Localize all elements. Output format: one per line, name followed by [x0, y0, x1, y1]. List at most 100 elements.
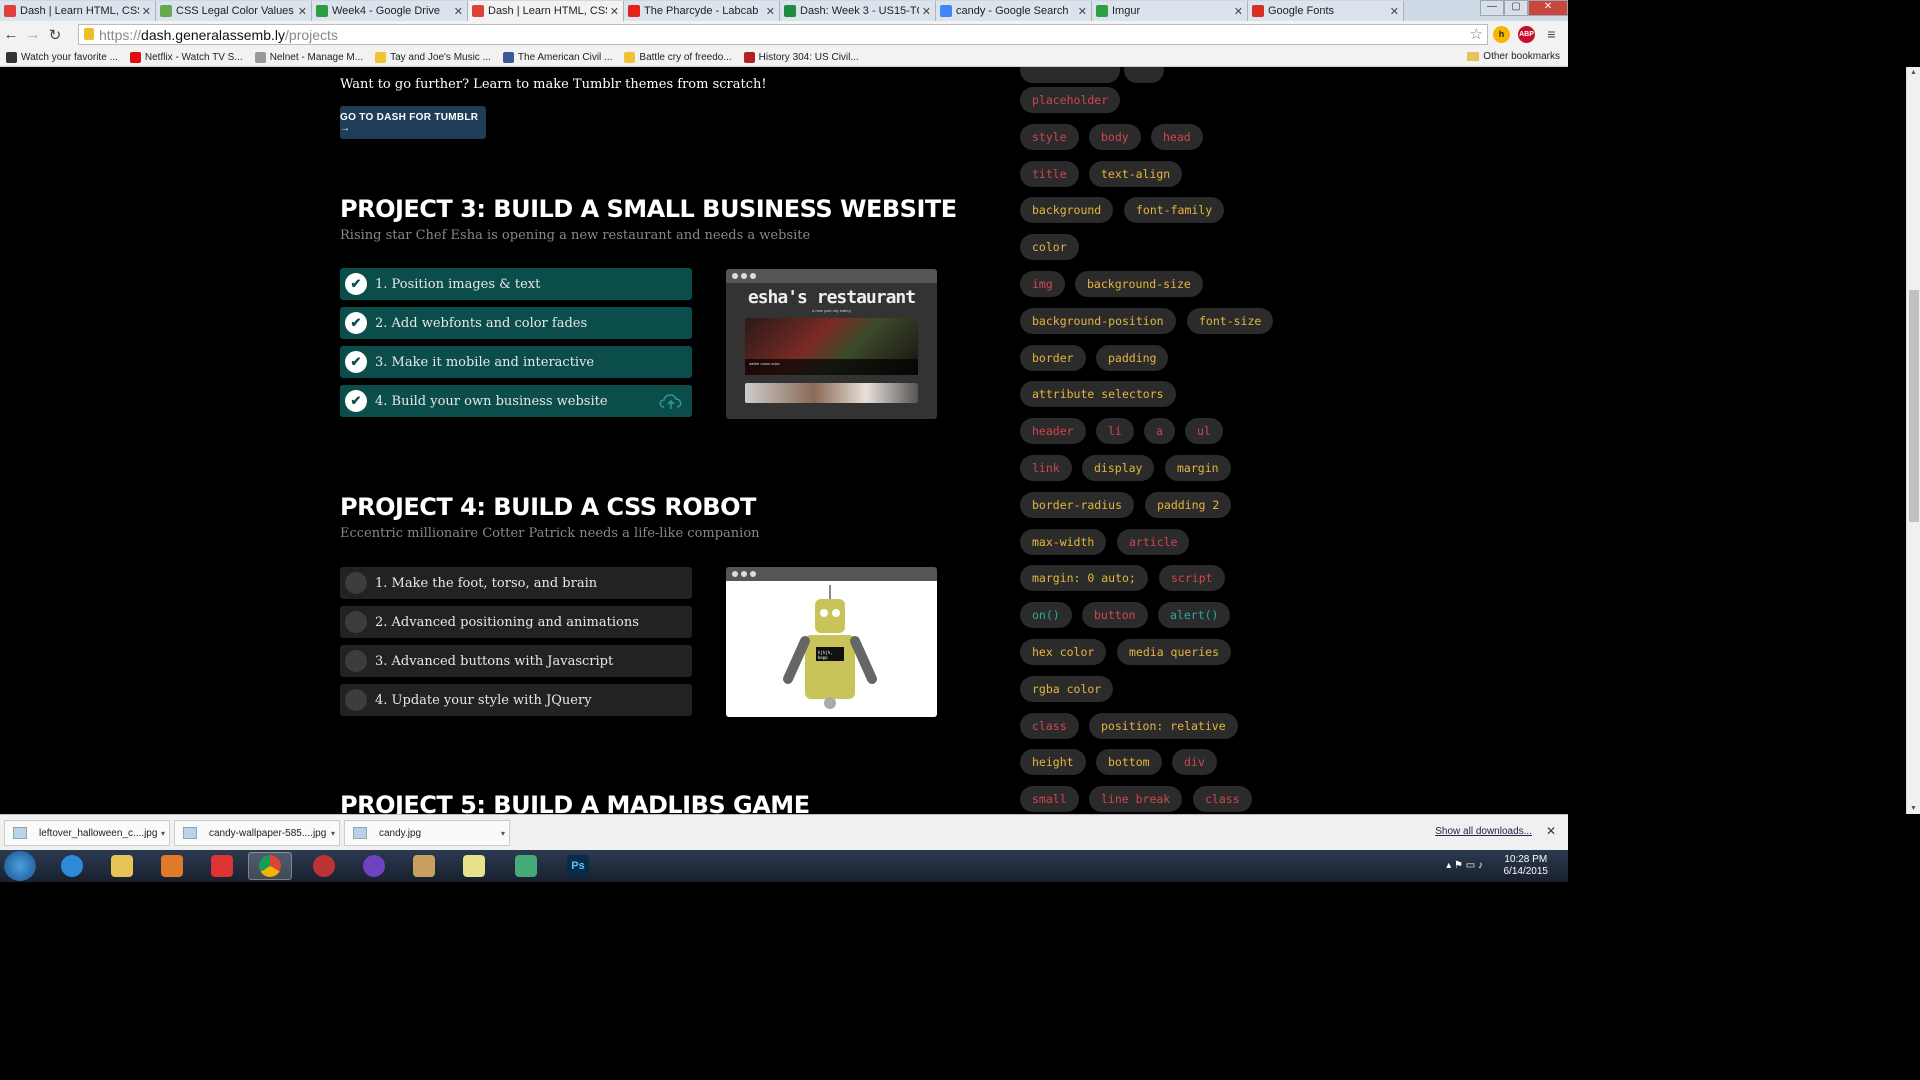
skill-tag[interactable]: a	[1144, 418, 1175, 445]
skill-tag[interactable]: div	[1172, 749, 1217, 776]
browser-tab[interactable]: candy - Google Search ✕	[936, 1, 1092, 21]
project4-step-4[interactable]: 4. Update your style with JQuery	[340, 684, 692, 716]
skill-tag[interactable]: style	[1020, 123, 1079, 150]
project3-preview[interactable]: esha's restaurant a new york city eatery…	[726, 269, 937, 419]
paint-icon[interactable]	[402, 852, 446, 880]
browser-tab[interactable]: Dash | Learn HTML, CSS, J✕	[468, 1, 624, 21]
browser-tab[interactable]: Dash | Learn HTML, CSS, J✕	[0, 1, 156, 21]
honey-extension-icon[interactable]: h	[1493, 26, 1510, 43]
photoshop-icon[interactable]: Ps	[556, 852, 600, 880]
apps-icon[interactable]	[200, 852, 244, 880]
skill-tag[interactable]: img	[1020, 271, 1065, 297]
maximize-button[interactable]: ▢	[1504, 0, 1528, 16]
skill-tag[interactable]: padding 2	[1145, 491, 1232, 518]
address-bar[interactable]: https://dash.generalassemb.ly/projects ☆	[78, 24, 1488, 45]
skill-tag[interactable]: article	[1117, 528, 1190, 555]
skill-tag[interactable]: background-size	[1075, 271, 1203, 297]
back-icon[interactable]: ←	[0, 26, 22, 43]
bookmark-item[interactable]: Nelnet - Manage M...	[254, 51, 363, 63]
ie-icon[interactable]	[50, 852, 94, 880]
skill-tag[interactable]: color	[1020, 234, 1079, 261]
github-icon[interactable]	[352, 852, 396, 880]
skill-tag[interactable]: padding	[1096, 344, 1169, 371]
bookmark-item[interactable]: Netflix - Watch TV S...	[129, 51, 243, 63]
skill-tag[interactable]: border-radius	[1020, 491, 1135, 518]
skill-tag[interactable]: title	[1020, 160, 1079, 187]
skill-tag[interactable]: bottom	[1096, 749, 1162, 776]
minimize-button[interactable]: —	[1480, 0, 1504, 16]
project3-step-2[interactable]: ✔ 2. Add webfonts and color fades	[340, 307, 692, 339]
dash-tumblr-button[interactable]: GO TO DASH FOR TUMBLR →	[340, 106, 486, 139]
explorer-icon[interactable]	[100, 852, 144, 880]
bookmark-item[interactable]: Battle cry of freedo...	[624, 51, 732, 63]
close-tab-icon[interactable]: ✕	[1234, 5, 1243, 18]
menu-icon[interactable]: ≡	[1543, 26, 1560, 43]
show-all-downloads-link[interactable]: Show all downloads...	[1435, 826, 1532, 837]
project4-preview[interactable]: hjhjh, bopp	[726, 567, 937, 717]
skill-tag[interactable]: border	[1020, 344, 1086, 371]
browser-tab[interactable]: Dash: Week 3 - US15-TC- ✕	[780, 1, 936, 21]
skill-tag[interactable]: text-align	[1089, 160, 1183, 187]
project4-step-3[interactable]: 3. Advanced buttons with Javascript	[340, 645, 692, 677]
project4-step-1[interactable]: 1. Make the foot, torso, and brain	[340, 567, 692, 599]
network-tool-icon[interactable]	[504, 852, 548, 880]
close-tab-icon[interactable]: ✕	[610, 5, 619, 18]
skill-tag[interactable]: class	[1020, 712, 1079, 739]
skill-tag[interactable]: background-position	[1020, 307, 1176, 334]
skill-tag[interactable]: alert()	[1158, 602, 1231, 629]
close-tab-icon[interactable]: ✕	[142, 5, 151, 18]
bookmark-item[interactable]: History 304: US Civil...	[743, 51, 859, 63]
close-window-button[interactable]: ✕	[1528, 0, 1568, 16]
skill-tag[interactable]: margin: 0 auto;	[1020, 565, 1148, 592]
skill-tag[interactable]: class	[1193, 786, 1252, 813]
scroll-down-icon[interactable]: ▼	[1910, 805, 1917, 812]
bookmark-item[interactable]: The American Civil ...	[502, 51, 612, 63]
browser-tab[interactable]: Week4 - Google Drive ✕	[312, 1, 468, 21]
download-item[interactable]: candy-wallpaper-585....jpg ▾	[174, 820, 340, 846]
project3-step-1[interactable]: ✔ 1. Position images & text	[340, 268, 692, 300]
browser-tab[interactable]: CSS Legal Color Values ✕	[156, 1, 312, 21]
project3-step-3[interactable]: ✔ 3. Make it mobile and interactive	[340, 346, 692, 378]
skill-tag[interactable]: li	[1096, 418, 1134, 445]
project4-step-2[interactable]: 2. Advanced positioning and animations	[340, 606, 692, 638]
close-tab-icon[interactable]: ✕	[1390, 5, 1399, 18]
skill-tag[interactable]: placeholder	[1020, 87, 1121, 113]
page-scrollbar[interactable]: ▲ ▼	[1906, 67, 1920, 814]
skill-tag[interactable]: media queries	[1117, 639, 1232, 665]
skill-tag[interactable]: ul	[1185, 418, 1223, 445]
adblock-icon[interactable]: ABP	[1518, 26, 1535, 43]
start-button[interactable]	[4, 851, 36, 881]
skill-tag[interactable]: body	[1089, 123, 1141, 150]
bookmark-star-icon[interactable]: ☆	[1470, 25, 1483, 43]
chevron-down-icon[interactable]: ▾	[501, 829, 505, 838]
browser-tab[interactable]: Imgur ✕	[1092, 1, 1248, 21]
skill-tag[interactable]: display	[1082, 455, 1155, 481]
close-icon[interactable]: ✕	[1546, 824, 1556, 838]
skill-tag[interactable]: hex color	[1020, 639, 1107, 665]
chevron-down-icon[interactable]: ▾	[161, 829, 165, 838]
skill-tag[interactable]: attribute selectors	[1020, 381, 1176, 408]
skill-tag[interactable]: margin	[1165, 455, 1231, 481]
cloud-upload-icon[interactable]	[658, 391, 684, 411]
download-item[interactable]: candy.jpg ▾	[344, 820, 510, 846]
scroll-up-icon[interactable]: ▲	[1910, 69, 1917, 76]
forward-icon[interactable]: →	[22, 26, 44, 43]
media-player-icon[interactable]	[150, 852, 194, 880]
scrollbar-thumb[interactable]	[1909, 290, 1919, 522]
bookmark-item[interactable]: Tay and Joe's Music ...	[375, 51, 491, 63]
reload-icon[interactable]: ↻	[44, 26, 66, 44]
chevron-down-icon[interactable]: ▾	[331, 829, 335, 838]
stickies-icon[interactable]	[452, 852, 496, 880]
project3-step-4[interactable]: ✔ 4. Build your own business website	[340, 385, 692, 417]
browser-tab[interactable]: Google Fonts ✕	[1248, 1, 1404, 21]
skill-tag[interactable]: on()	[1020, 602, 1072, 629]
close-tab-icon[interactable]: ✕	[454, 5, 463, 18]
skill-tag[interactable]: font-family	[1124, 197, 1225, 224]
skill-tag[interactable]: font-size	[1187, 307, 1274, 334]
other-bookmarks[interactable]: Other bookmarks	[1467, 51, 1560, 62]
skill-tag[interactable]: rgba color	[1020, 675, 1114, 702]
skill-tag[interactable]: button	[1082, 602, 1148, 629]
close-tab-icon[interactable]: ✕	[1078, 5, 1087, 18]
browser-tab[interactable]: The Pharcyde - Labcab ✕	[624, 1, 780, 21]
system-tray[interactable]: ▴ ⚑ ▭ ♪	[1446, 860, 1483, 871]
